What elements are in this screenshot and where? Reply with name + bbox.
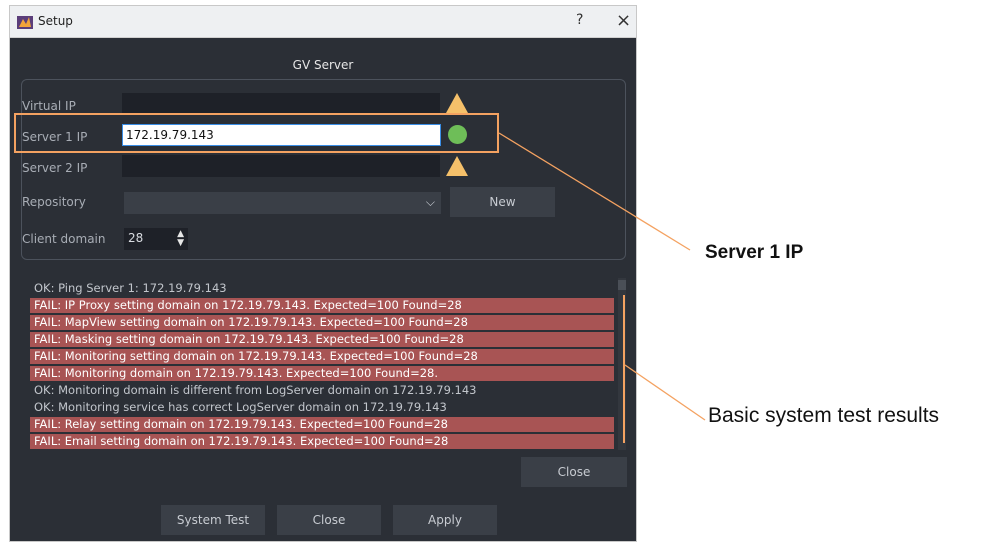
server1-callout-label: Server 1 IP: [705, 242, 804, 263]
results-callout-label: Basic system test results: [708, 404, 940, 427]
results-callout-line: [624, 364, 706, 421]
callout-lines: [498, 132, 706, 443]
server1-callout-line: [498, 132, 691, 251]
